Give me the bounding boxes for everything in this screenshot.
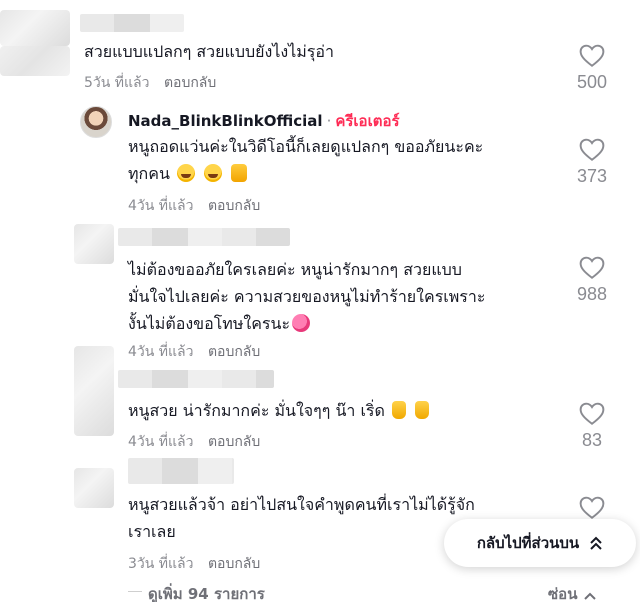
grinning-sweat-emoji (176, 164, 195, 182)
avatar[interactable] (74, 468, 114, 508)
heart-outline-icon (579, 256, 605, 279)
like-button[interactable] (562, 496, 622, 520)
comment-line-with-emoji: หนูสวย น่ารักมากค่ะ มั่นใจๆๆ น๊า เริ่ด (128, 397, 568, 424)
avatar[interactable] (74, 224, 114, 264)
comment-time: 3วัน ที่แล้ว (128, 556, 194, 572)
like-count: 373 (576, 166, 608, 186)
username-blurred[interactable] (128, 458, 234, 484)
comment-line: หนูสวย น่ารักมากค่ะ มั่นใจๆๆ น๊า เริ่ด (128, 401, 385, 420)
hide-label: ซ่อน (548, 585, 578, 602)
back-to-top-button[interactable]: กลับไปที่ส่วนบน (444, 519, 636, 567)
thumbs-up-emoji (415, 401, 430, 419)
creator-header: Nada_BlinkBlinkOfficial · ครีเอเตอร์ (128, 109, 400, 133)
like-button[interactable]: 373 (562, 138, 622, 187)
reply-button[interactable]: ตอบกลับ (164, 75, 216, 91)
divider (128, 591, 142, 592)
comment-meta: 4วัน ที่แล้ว ตอบกลับ (128, 195, 260, 217)
creator-username[interactable]: Nada_BlinkBlinkOfficial (128, 112, 323, 130)
pray-emoji (231, 164, 248, 182)
comment-meta: 4วัน ที่แล้ว ตอบกลับ (128, 431, 260, 453)
comment-line: มั่นใจไปเลยค่ะ ความสวยของหนูไม่ทำร้ายใคร… (128, 287, 486, 306)
comment-time: 4วัน ที่แล้ว (128, 434, 194, 450)
like-button[interactable]: 83 (562, 402, 622, 451)
thumbs-up-emoji (392, 401, 406, 419)
comment-line: ไม่ต้องขออภัยใครเลยค่ะ หนูน่ารักมากๆ สวย… (128, 260, 462, 279)
creator-avatar[interactable] (80, 106, 112, 138)
like-button[interactable]: 988 (562, 256, 622, 305)
comment-meta: 5วัน ที่แล้ว ตอบกลับ (84, 72, 216, 94)
comment-text: สวยแบบแปลกๆ สวยแบบยังไงไม่รุอ่า (84, 38, 544, 65)
comment-time: 4วัน ที่แล้ว (128, 198, 194, 214)
like-count: 500 (576, 72, 608, 92)
comment-text: ไม่ต้องขออภัยใครเลยค่ะ หนูน่ารักมากๆ สวย… (128, 256, 568, 337)
heart-outline-icon (579, 138, 605, 161)
comment-line: ทุกคน (128, 164, 170, 183)
reply-button[interactable]: ตอบกลับ (208, 434, 260, 450)
heart-outline-icon (579, 44, 605, 67)
heart-outline-icon (579, 496, 605, 519)
username-blurred[interactable] (118, 228, 290, 246)
comment-line: งั้นไม่ต้องขอโทษใครนะ (128, 314, 291, 333)
comment-line: สวยแบบแปลกๆ สวยแบบยังไงไม่รุอ่า (84, 42, 334, 61)
grinning-sweat-emoji (204, 164, 223, 182)
double-chevron-up-icon (590, 536, 602, 550)
comment-time: 4วัน ที่แล้ว (128, 344, 194, 360)
comment-text: หนูถอดแว่นค่ะในวิดีโอนี้ก็เลยดูแปลกๆ ขออ… (128, 133, 558, 187)
reply-button[interactable]: ตอบกลับ (208, 198, 260, 214)
like-count: 83 (581, 430, 603, 450)
creator-badge: ครีเอเตอร์ (335, 112, 400, 130)
comment-line-with-emoji: งั้นไม่ต้องขอโทษใครนะ (128, 310, 568, 337)
back-to-top-label: กลับไปที่ส่วนบน (476, 534, 580, 552)
comment-meta: 3วัน ที่แล้ว ตอบกลับ (128, 553, 260, 575)
replies-footer: ดูเพิ่ม 94 รายการ ซ่อน (0, 580, 640, 602)
chevron-up-icon (584, 592, 597, 600)
avatar-blur-lower (0, 46, 70, 76)
view-more-replies-button[interactable]: ดูเพิ่ม 94 รายการ (148, 582, 265, 602)
separator-dot: · (326, 112, 332, 130)
username-blurred[interactable] (80, 14, 184, 32)
hide-replies-button[interactable]: ซ่อน (548, 582, 597, 602)
avatar[interactable] (74, 346, 114, 436)
like-count: 988 (576, 284, 608, 304)
comment-meta: 4วัน ที่แล้ว ตอบกลับ (128, 341, 260, 363)
comment-text: หนูสวย น่ารักมากค่ะ มั่นใจๆๆ น๊า เริ่ด (128, 397, 568, 424)
comment-line: หนูสวยแล้วจ้า อย่าไปสนใจคำพูดคนที่เราไม่… (128, 495, 475, 514)
reply-button[interactable]: ตอบกลับ (208, 344, 260, 360)
reply-button[interactable]: ตอบกลับ (208, 556, 260, 572)
sparkling-heart-emoji (292, 314, 311, 332)
comment-time: 5วัน ที่แล้ว (84, 75, 150, 91)
comment-line-with-emoji: ทุกคน (128, 160, 558, 187)
avatar[interactable] (0, 10, 70, 46)
comment-line: หนูถอดแว่นค่ะในวิดีโอนี้ก็เลยดูแปลกๆ ขออ… (128, 137, 484, 156)
like-button[interactable]: 500 (562, 44, 622, 93)
username-blurred[interactable] (118, 370, 274, 388)
heart-outline-icon (579, 402, 605, 425)
